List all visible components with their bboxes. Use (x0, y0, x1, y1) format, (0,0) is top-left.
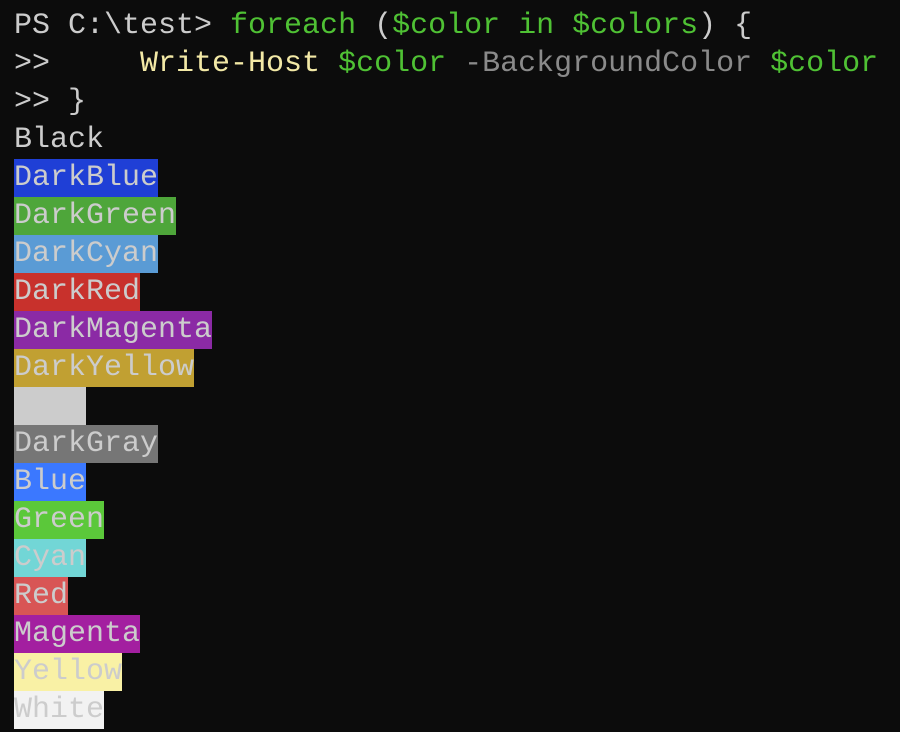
command-line-1: PS C:\test> foreach ($color in $colors) … (14, 7, 878, 45)
output-line: DarkYellow (14, 349, 878, 387)
output-line: Green (14, 501, 878, 539)
output-line: Cyan (14, 539, 878, 577)
color-sample-darkred: DarkRed (14, 273, 141, 311)
output-line: White (14, 691, 878, 729)
output-line: DarkRed (14, 273, 878, 311)
color-sample-black: Black (14, 121, 105, 159)
color-sample-darkblue: DarkBlue (14, 159, 159, 197)
color-sample-red: Red (14, 577, 69, 615)
color-sample-cyan: Cyan (14, 539, 87, 577)
output-line: DarkMagenta (14, 311, 878, 349)
color-sample-darkmagenta: DarkMagenta (14, 311, 213, 349)
output-line: DarkGreen (14, 197, 878, 235)
keyword-in: in (500, 9, 573, 43)
command-line-3: >> } (14, 85, 87, 119)
variable: $color (320, 47, 447, 81)
variable: $color (752, 47, 879, 81)
prompt: PS C:\test> (14, 9, 231, 43)
color-sample-gray: Gray (14, 387, 87, 425)
continuation-prompt: >> (14, 47, 51, 81)
command-line-2: >> Write-Host $color -BackgroundColor $c… (14, 45, 878, 83)
terminal[interactable]: PS C:\test> foreach ($color in $colors) … (14, 7, 878, 729)
output-line: Magenta (14, 615, 878, 653)
output-line: DarkBlue (14, 159, 878, 197)
variable: $color (392, 9, 501, 43)
output-line: Yellow (14, 653, 878, 691)
paren: ( (356, 9, 393, 43)
output: Black DarkBlue DarkGreen DarkCyan DarkRed Dar… (14, 121, 878, 729)
color-sample-darkyellow: DarkYellow (14, 349, 195, 387)
color-sample-darkgreen: DarkGreen (14, 197, 177, 235)
color-sample-darkgray: DarkGray (14, 425, 159, 463)
output-line: Blue (14, 463, 878, 501)
output-line: DarkCyan (14, 235, 878, 273)
cmdlet: Write-Host (140, 47, 321, 81)
variable: $colors (572, 9, 699, 43)
paren: ) { (698, 9, 753, 43)
output-line: Black (14, 121, 878, 159)
color-sample-darkcyan: DarkCyan (14, 235, 159, 273)
output-line: Red (14, 577, 878, 615)
keyword: foreach (230, 9, 357, 43)
color-sample-magenta: Magenta (14, 615, 141, 653)
color-sample-green: Green (14, 501, 105, 539)
parameter: -BackgroundColor (446, 47, 753, 81)
color-sample-blue: Blue (14, 463, 87, 501)
color-sample-white: White (14, 691, 105, 729)
color-sample-yellow: Yellow (14, 653, 123, 691)
output-line: Gray (14, 387, 878, 425)
output-line: DarkGray (14, 425, 878, 463)
